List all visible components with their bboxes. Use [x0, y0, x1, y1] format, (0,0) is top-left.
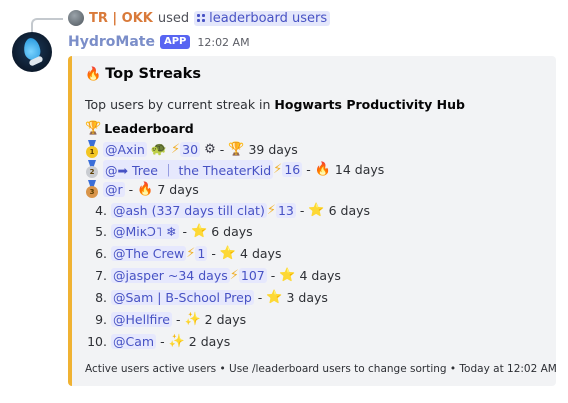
bot-username[interactable]: HydroMate	[68, 34, 155, 50]
leaderboard-heading-text: Leaderboard	[104, 121, 194, 136]
user-mention[interactable]: @Hellfire	[111, 312, 172, 327]
embed-footer: Active users active users • Use /leaderb…	[85, 363, 557, 375]
fire-icon: 🔥	[314, 162, 331, 177]
leaderboard-row: 5. @MiκƆ˥ ❄ - ⭐ 6 days	[85, 222, 253, 241]
lightning-icon: ⚡	[186, 246, 196, 261]
leaderboard-heading: 🏆 Leaderboard	[85, 121, 194, 136]
user-mention[interactable]: @r	[103, 182, 125, 197]
separator: -	[211, 246, 216, 261]
rank-number: 10.	[87, 334, 107, 349]
leaderboard-row: 7. @jasper ~34 days ⚡ 107 - ⭐ 4 days	[85, 266, 341, 285]
streak-days: 39 days	[248, 142, 298, 157]
separator: -	[270, 268, 276, 283]
separator: -	[160, 334, 165, 349]
streak-days: 7 days	[157, 182, 199, 197]
streak-days: 3 days	[286, 290, 328, 305]
leaderboard-row: 3 @r - 🔥 7 days	[85, 180, 199, 199]
reply-context[interactable]: TR | OKK used leaderboard users	[68, 9, 331, 27]
leaderboard-row: 10. @Cam - ✨ 2 days	[85, 332, 230, 351]
streak-days: 6 days	[328, 203, 371, 218]
separator: -	[306, 162, 311, 177]
rank-number: 7.	[95, 268, 107, 283]
user-mention[interactable]: @ash (337 days till clat)	[111, 203, 267, 218]
user-mention[interactable]: @Cam	[111, 334, 157, 349]
separator: -	[219, 142, 225, 157]
sparkles-icon: ✨	[184, 312, 201, 327]
rank-number: 8.	[95, 290, 107, 305]
leaderboard-row: 1 @Axin 🐢 ⚡ 30 ⚙ - 🏆 39 days	[85, 140, 298, 159]
desc-prefix: Top users by current streak in	[85, 97, 275, 112]
rank-number: 5.	[95, 224, 107, 239]
separator: -	[257, 290, 263, 305]
user-mention-suffix[interactable]: 107	[238, 268, 267, 283]
lightning-icon: ⚡	[266, 203, 276, 218]
rank-number: 9.	[95, 312, 107, 327]
star-icon: ⭐	[219, 246, 237, 261]
fire-icon: 🔥	[85, 66, 102, 82]
streak-days: 6 days	[211, 224, 253, 239]
streak-days: 14 days	[334, 162, 385, 177]
bot-avatar[interactable]	[12, 32, 52, 72]
streak-days: 4 days	[240, 246, 282, 261]
lightning-icon: ⚡	[273, 162, 283, 177]
gear-icon: ⚙	[204, 142, 216, 157]
turtle-icon: 🐢	[150, 142, 168, 157]
sparkles-icon: ✨	[168, 334, 185, 349]
command-grid-icon	[197, 13, 206, 23]
user-mention[interactable]: @MiκƆ˥ ❄	[111, 224, 179, 239]
user-mention[interactable]: @The Crew	[111, 246, 187, 261]
user-mention-suffix[interactable]: 16	[282, 162, 303, 177]
leaderboard-row: 8. @Sam | B-School Prep - ⭐ 3 days	[85, 288, 328, 307]
user-mention[interactable]: @Axin	[103, 142, 147, 157]
reply-username[interactable]: TR | OKK	[89, 11, 153, 26]
lightning-icon: ⚡	[171, 142, 181, 157]
trophy-icon: 🏆	[85, 121, 102, 136]
message-header: HydroMate APP 12:02 AM	[68, 33, 250, 51]
rank-number: 4.	[95, 203, 107, 218]
app-badge: APP	[159, 35, 191, 49]
rank-number: 6.	[95, 246, 107, 261]
slash-command-label: leaderboard users	[209, 10, 328, 26]
fire-icon: 🔥	[137, 182, 154, 197]
separator: -	[182, 224, 188, 239]
user-mention-suffix[interactable]: 13	[275, 203, 296, 218]
separator: -	[128, 182, 134, 197]
star-icon: ⭐	[266, 290, 283, 305]
star-icon: ⭐	[191, 224, 208, 239]
lightning-icon: ⚡	[229, 268, 239, 283]
user-mention[interactable]: @➡ Tree ｜ the TheaterKid	[103, 160, 274, 179]
gold-medal-icon: 1	[85, 140, 99, 159]
bronze-medal-icon: 3	[85, 180, 99, 199]
embed-title-text: Top Streaks	[105, 66, 201, 82]
streak-days: 4 days	[299, 268, 341, 283]
user-mention-suffix[interactable]: 30	[180, 142, 201, 157]
embed-card: 🔥 Top Streaks Top users by current strea…	[68, 56, 557, 386]
user-mention[interactable]: @jasper ~34 days	[111, 268, 230, 283]
user-mention-suffix[interactable]: 1	[195, 246, 208, 261]
trophy-icon: 🏆	[228, 142, 245, 157]
reply-used-label: used	[157, 10, 190, 26]
leaderboard-row: 4. @ash (337 days till clat) ⚡ 13 - ⭐ 6 d…	[85, 201, 370, 220]
embed-title: 🔥 Top Streaks	[85, 66, 201, 82]
silver-medal-icon: 2	[85, 160, 99, 179]
streak-days: 2 days	[204, 312, 247, 327]
separator: -	[175, 312, 181, 327]
leaderboard-row: 9. @Hellfire - ✨ 2 days	[85, 310, 246, 329]
leaderboard-row: 6. @The Crew ⚡ 1 - ⭐ 4 days	[85, 244, 281, 263]
star-icon: ⭐	[279, 268, 296, 283]
slash-command-pill[interactable]: leaderboard users	[194, 10, 331, 26]
reply-connector	[31, 18, 63, 32]
streak-days: 2 days	[188, 334, 231, 349]
server-name: Hogwarts Productivity Hub	[274, 97, 465, 112]
separator: -	[299, 203, 305, 218]
reply-avatar[interactable]	[68, 10, 84, 26]
message-timestamp[interactable]: 12:02 AM	[197, 36, 249, 49]
embed-description: Top users by current streak in Hogwarts …	[85, 97, 465, 112]
star-icon: ⭐	[308, 203, 325, 218]
user-mention[interactable]: @Sam | B-School Prep	[111, 290, 254, 305]
leaderboard-row: 2 @➡ Tree ｜ the TheaterKid ⚡ 16 - 🔥 14 da…	[85, 160, 384, 179]
